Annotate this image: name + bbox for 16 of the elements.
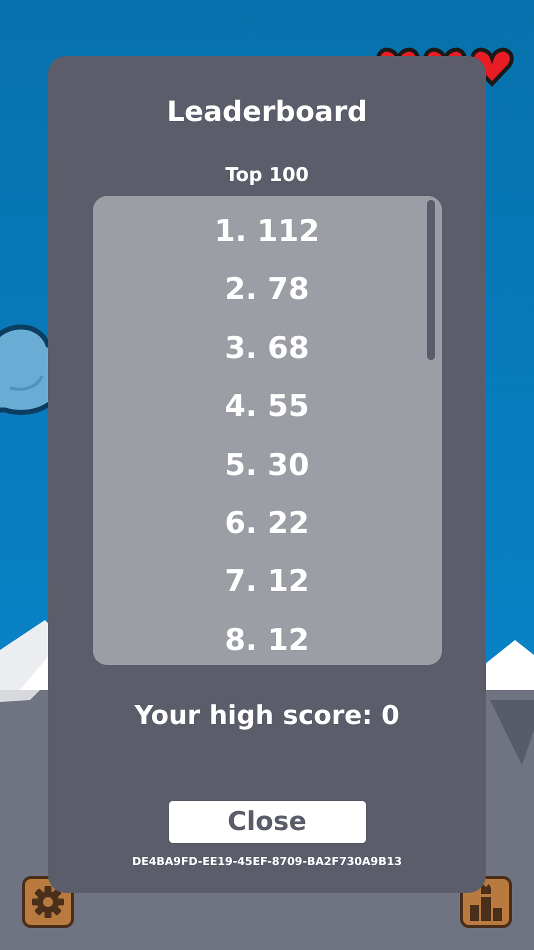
list-subtitle: Top 100 [225, 163, 309, 188]
scrollbar[interactable] [426, 200, 434, 360]
score-entry: 5. 30 [224, 446, 310, 485]
player-id: DE4BA9FD-EE19-45EF-8709-BA2F730A9B13 [132, 855, 402, 869]
score-entry: 1. 112 [214, 213, 320, 251]
settings-icon [31, 885, 65, 919]
dialog-title: Leaderboard [166, 94, 368, 130]
high-score-label: Your high score: 0 [134, 700, 400, 733]
score-entry: 3. 68 [224, 330, 310, 368]
score-entry: 4. 55 [224, 388, 310, 426]
score-entry: 7. 12 [224, 563, 310, 602]
close-button[interactable]: Close [168, 801, 366, 843]
score-entry: 8. 12 [224, 622, 310, 660]
score-entry: 2. 78 [224, 271, 310, 310]
podium-icon [469, 882, 503, 922]
score-entry: 6. 22 [224, 504, 310, 543]
